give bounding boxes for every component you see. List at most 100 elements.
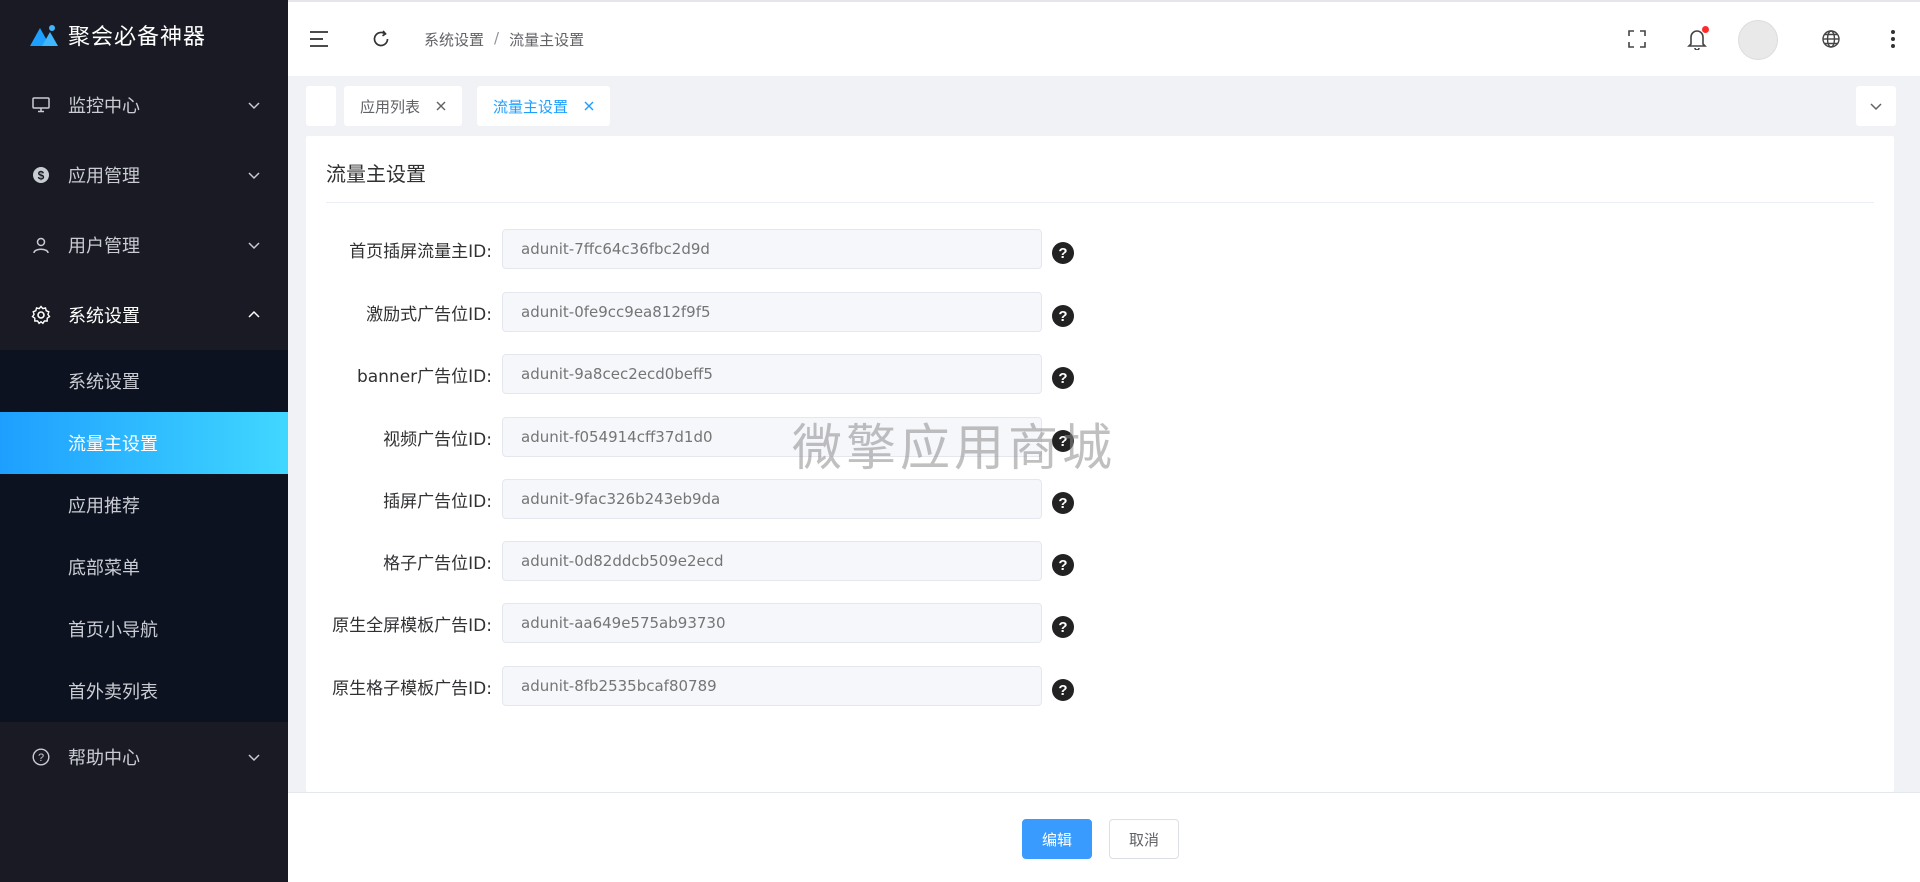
sidebar-item-label: 监控中心	[68, 96, 140, 117]
breadcrumb-separator: /	[494, 29, 500, 47]
sidebar-item-label: 系统设置	[68, 306, 140, 327]
sidebar-item-label: 用户管理	[68, 236, 140, 257]
more-vertical-icon[interactable]	[1880, 26, 1906, 52]
video-ad-id-input[interactable]	[502, 417, 1042, 457]
refresh-icon[interactable]	[368, 26, 394, 52]
edit-button[interactable]: 编辑	[1022, 819, 1092, 859]
help-icon[interactable]: ?	[1052, 430, 1074, 452]
fullscreen-icon[interactable]	[1624, 26, 1650, 52]
native-fullscreen-ad-id-input[interactable]	[502, 603, 1042, 643]
app-name: 聚会必备神器	[68, 25, 207, 50]
sidebar-subitem-app-recommend[interactable]: 应用推荐	[0, 474, 288, 536]
sidebar-subitem-system-settings[interactable]: 系统设置	[0, 350, 288, 412]
page-title: 流量主设置	[326, 162, 426, 186]
question-circle-icon: ?	[30, 746, 52, 768]
notification-dot	[1702, 26, 1709, 33]
right-gutter	[1896, 136, 1920, 792]
sidebar-subitem-label: 流量主设置	[68, 434, 158, 455]
avatar[interactable]	[1738, 20, 1778, 60]
tab-home[interactable]	[306, 86, 336, 126]
help-icon[interactable]: ?	[1052, 242, 1074, 264]
field-label: 插屏广告位ID:	[383, 491, 492, 512]
bell-icon[interactable]	[1684, 26, 1710, 52]
tabs-dropdown-button[interactable]	[1856, 86, 1896, 126]
top-header: 系统设置 / 流量主设置	[288, 0, 1920, 76]
hamburger-icon[interactable]	[306, 26, 332, 52]
divider	[326, 202, 1874, 203]
chevron-down-icon	[246, 237, 262, 253]
help-icon[interactable]: ?	[1052, 616, 1074, 638]
user-icon	[30, 234, 52, 256]
form-footer: 编辑 取消	[288, 792, 1920, 882]
sidebar-item-users[interactable]: 用户管理	[0, 210, 288, 280]
logo-icon	[30, 25, 58, 46]
help-icon[interactable]: ?	[1052, 492, 1074, 514]
field-label: banner广告位ID:	[356, 366, 492, 387]
banner-ad-id-input[interactable]	[502, 354, 1042, 394]
sidebar: 聚会必备神器 监控中心 $ 应用管理 用户管理 系统设置 系统设置 流量主设置 …	[0, 0, 288, 882]
tab-app-list[interactable]: 应用列表	[344, 86, 463, 126]
form-row: 首页插屏流量主ID: ?	[306, 229, 1506, 269]
field-label: 原生全屏模板广告ID:	[332, 615, 492, 636]
sidebar-subitem-home-nav[interactable]: 首页小导航	[0, 598, 288, 660]
sidebar-subitem-label: 应用推荐	[68, 496, 140, 517]
close-icon[interactable]	[582, 99, 596, 113]
chevron-up-icon	[246, 307, 262, 323]
svg-text:?: ?	[38, 752, 44, 764]
field-label: 视频广告位ID:	[383, 429, 492, 450]
tab-label: 流量主设置	[493, 97, 569, 116]
tab-traffic-settings[interactable]: 流量主设置	[477, 86, 611, 126]
cancel-button[interactable]: 取消	[1109, 819, 1179, 859]
breadcrumb: 系统设置 / 流量主设置	[424, 29, 584, 50]
sidebar-subitem-label: 底部菜单	[68, 558, 140, 579]
brand[interactable]: 聚会必备神器	[0, 0, 288, 70]
sidebar-subitem-label: 首外卖列表	[68, 682, 158, 703]
help-icon[interactable]: ?	[1052, 305, 1074, 327]
form-row: 格子广告位ID: ?	[306, 541, 1506, 581]
sidebar-item-label: 帮助中心	[68, 748, 140, 769]
settings-card: 流量主设置 首页插屏流量主ID: ? 激励式广告位ID: ? banner广告位…	[306, 136, 1894, 792]
gear-icon	[30, 304, 52, 326]
tabs-bar: 应用列表 流量主设置	[288, 76, 1920, 136]
native-grid-ad-id-input[interactable]	[502, 666, 1042, 706]
form-row: 插屏广告位ID: ?	[306, 479, 1506, 519]
close-icon[interactable]	[434, 99, 448, 113]
sidebar-item-monitor[interactable]: 监控中心	[0, 70, 288, 140]
breadcrumb-item[interactable]: 系统设置	[424, 29, 484, 50]
dollar-circle-icon: $	[30, 164, 52, 186]
form-row: banner广告位ID: ?	[306, 354, 1506, 394]
form-row: 原生全屏模板广告ID: ?	[306, 603, 1506, 643]
field-label: 激励式广告位ID:	[366, 304, 492, 325]
svg-text:$: $	[38, 169, 45, 183]
sidebar-item-help[interactable]: ? 帮助中心	[0, 722, 288, 792]
globe-icon[interactable]	[1818, 26, 1844, 52]
help-icon[interactable]: ?	[1052, 679, 1074, 701]
form-row: 视频广告位ID: ?	[306, 417, 1506, 457]
sidebar-subitem-takeout-list[interactable]: 首外卖列表	[0, 660, 288, 722]
sidebar-item-label: 应用管理	[68, 166, 140, 187]
tab-label: 应用列表	[360, 97, 421, 116]
rewarded-ad-id-input[interactable]	[502, 292, 1042, 332]
interstitial-ad-id-input[interactable]	[502, 479, 1042, 519]
form-row: 原生格子模板广告ID: ?	[306, 666, 1506, 706]
field-label: 格子广告位ID:	[383, 553, 492, 574]
sidebar-item-settings[interactable]: 系统设置	[0, 280, 288, 350]
interstitial-home-id-input[interactable]	[502, 229, 1042, 269]
monitor-icon	[30, 94, 52, 116]
chevron-down-icon	[246, 97, 262, 113]
chevron-down-icon	[246, 167, 262, 183]
sidebar-item-apps[interactable]: $ 应用管理	[0, 140, 288, 210]
sidebar-subitem-bottom-menu[interactable]: 底部菜单	[0, 536, 288, 598]
help-icon[interactable]: ?	[1052, 554, 1074, 576]
sidebar-subitem-label: 系统设置	[68, 372, 140, 393]
chevron-down-icon	[246, 749, 262, 765]
field-label: 首页插屏流量主ID:	[349, 241, 492, 262]
settings-submenu: 系统设置 流量主设置 应用推荐 底部菜单 首页小导航 首外卖列表	[0, 350, 288, 722]
chevron-down-icon	[1870, 103, 1882, 111]
sidebar-subitem-traffic-settings[interactable]: 流量主设置	[0, 412, 288, 474]
breadcrumb-current: 流量主设置	[509, 31, 585, 49]
help-icon[interactable]: ?	[1052, 367, 1074, 389]
form-row: 激励式广告位ID: ?	[306, 292, 1506, 332]
grid-ad-id-input[interactable]	[502, 541, 1042, 581]
sidebar-subitem-label: 首页小导航	[68, 620, 158, 641]
